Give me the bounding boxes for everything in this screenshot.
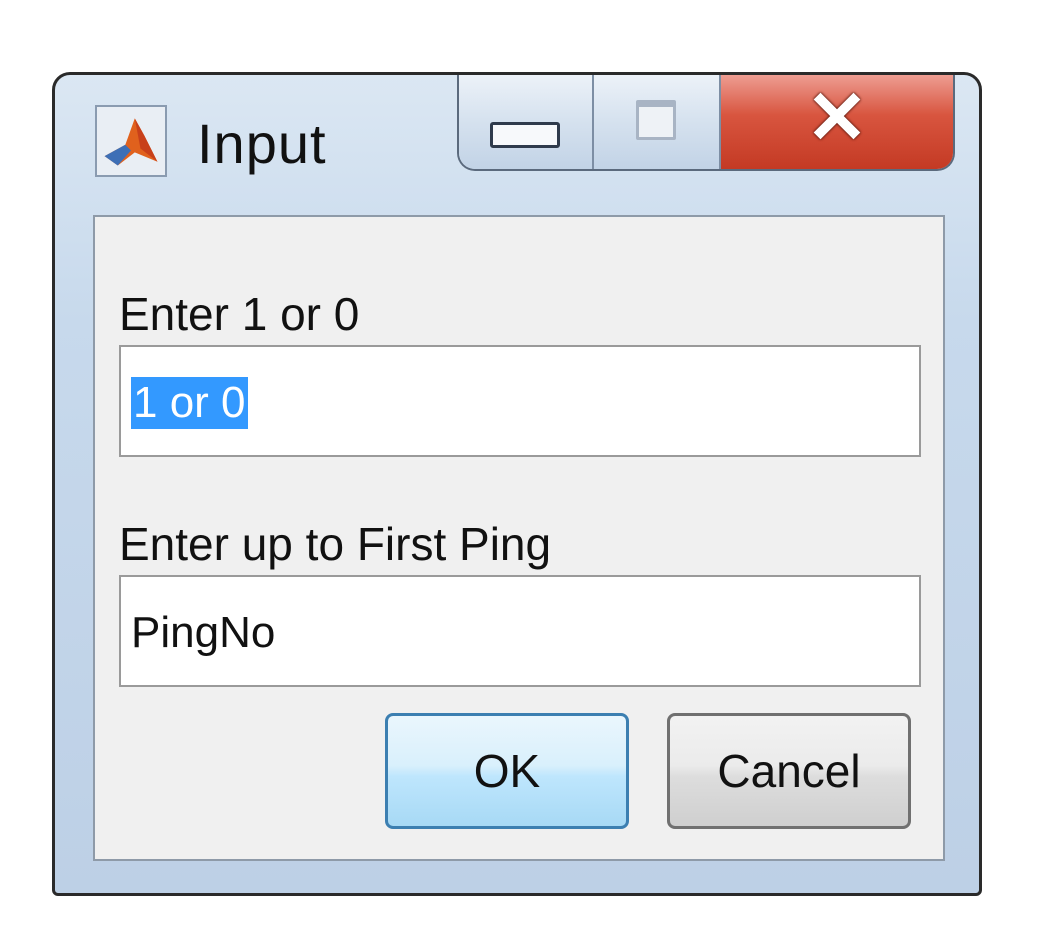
maximize-icon (636, 100, 677, 140)
close-button[interactable]: ✕ (720, 75, 953, 169)
prompt-label-1: Enter 1 or 0 (119, 288, 360, 340)
input-value-1: 1 or 0 (131, 377, 248, 429)
ok-button[interactable]: OK (385, 713, 629, 829)
dialog-content: Enter 1 or 0 1 or 0 Enter up to First Pi… (93, 215, 945, 861)
input-value-2: PingNo (131, 608, 276, 657)
close-icon: ✕ (805, 76, 868, 159)
minimize-button[interactable] (459, 75, 594, 169)
input-field-2[interactable]: PingNo (119, 575, 921, 687)
prompt-label-2: Enter up to First Ping (119, 518, 552, 570)
cancel-button[interactable]: Cancel (667, 713, 911, 829)
title-bar[interactable]: Input ✕ (55, 75, 979, 213)
matlab-icon (95, 105, 167, 177)
input-dialog: Input ✕ Enter 1 or 0 1 or 0 Enter up to … (52, 72, 982, 896)
input-field-1[interactable]: 1 or 0 (119, 345, 921, 457)
caption-buttons: ✕ (457, 75, 955, 171)
maximize-button[interactable] (593, 75, 721, 169)
minimize-icon (490, 122, 561, 148)
window-title: Input (197, 112, 327, 175)
